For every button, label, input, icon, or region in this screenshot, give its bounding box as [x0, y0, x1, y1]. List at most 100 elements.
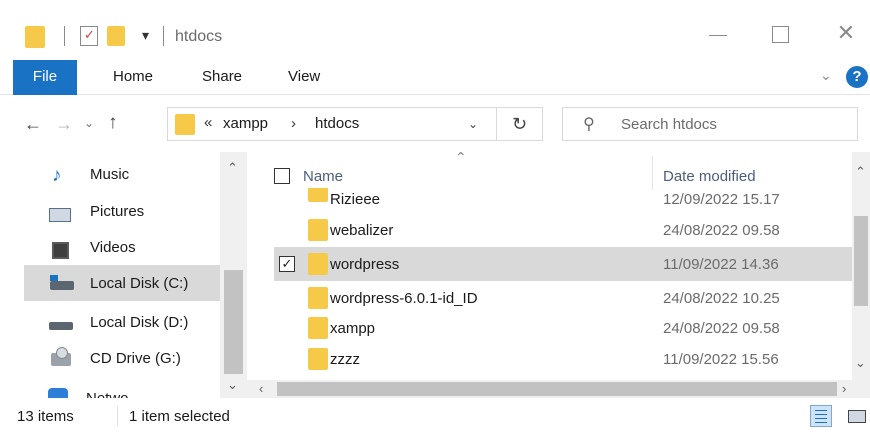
file-name: Rizieee [330, 191, 381, 208]
window-title: htdocs [175, 28, 223, 45]
quick-access-dropdown-icon[interactable]: ▾ [142, 27, 149, 44]
forward-button[interactable]: → [55, 114, 73, 135]
navigation-pane-scrollbar[interactable]: ⌃ ⌄ [220, 152, 247, 398]
file-date: 11/09/2022 14.36 [663, 256, 779, 273]
nav-item-label: Network [86, 390, 128, 398]
scroll-down-icon[interactable]: ⌄ [227, 377, 238, 393]
close-button[interactable]: ✕ [828, 22, 864, 46]
column-divider[interactable] [652, 156, 653, 190]
file-list: ⌃ Name Date modified Rizieee 12/09/2022 … [247, 152, 870, 398]
details-view-icon[interactable] [810, 405, 832, 427]
help-icon[interactable]: ? [846, 66, 868, 88]
status-bar: 13 items 1 item selected [0, 398, 870, 432]
tab-share[interactable]: Share [202, 68, 242, 85]
file-date: 11/09/2022 15.56 [663, 351, 779, 368]
file-date: 24/08/2022 10.25 [663, 290, 780, 307]
nav-item-videos[interactable]: Videos [30, 229, 230, 265]
row-checkbox[interactable]: ✓ [279, 256, 295, 272]
breadcrumb-separator-icon[interactable]: › [291, 115, 296, 132]
pictures-icon [49, 208, 71, 222]
title-bar: ▾ htdocs ✕ [0, 0, 870, 60]
properties-icon[interactable] [80, 26, 98, 46]
nav-item-label: Local Disk (C:) [90, 275, 189, 292]
tab-view[interactable]: View [288, 68, 320, 85]
table-row[interactable]: xampp 24/08/2022 09.58 [274, 311, 854, 345]
file-date: 24/08/2022 09.58 [663, 320, 780, 337]
scroll-down-icon[interactable]: ⌄ [855, 355, 866, 371]
address-bar[interactable]: « xampp › htdocs ⌄ [167, 107, 497, 141]
minimize-button[interactable] [700, 22, 736, 46]
ribbon: File Home Share View ⌄ ? [0, 60, 870, 95]
folder-icon [308, 287, 328, 309]
sort-ascending-icon: ⌃ [455, 152, 467, 165]
scroll-left-icon[interactable]: ‹ [259, 381, 263, 396]
table-row[interactable]: webalizer 24/08/2022 09.58 [274, 213, 854, 247]
recent-locations-button[interactable]: ⌄ [84, 116, 94, 130]
new-folder-icon[interactable] [107, 26, 125, 46]
nav-item-label: Pictures [90, 203, 145, 220]
nav-item-label: Videos [90, 239, 136, 256]
scroll-right-icon[interactable]: › [842, 381, 846, 396]
search-input[interactable] [621, 114, 841, 134]
refresh-button[interactable]: ↻ [497, 107, 543, 141]
breadcrumb-htdocs[interactable]: htdocs [315, 115, 359, 132]
scrollbar-thumb[interactable] [224, 270, 243, 374]
file-name: xampp [330, 320, 376, 337]
address-row: ← → ⌄ ↑ « xampp › htdocs ⌄ ↻ ⚲ [0, 96, 870, 152]
table-row[interactable]: ✓ wordpress 11/09/2022 14.36 [274, 247, 854, 281]
divider [64, 26, 65, 46]
select-all-checkbox[interactable] [274, 168, 290, 184]
file-name: webalizer [330, 222, 394, 239]
file-date: 12/09/2022 15.17 [663, 191, 780, 208]
scrollbar-thumb[interactable] [854, 216, 868, 306]
table-row[interactable]: Rizieee 12/09/2022 15.17 [274, 188, 854, 212]
nav-item-label: Local Disk (D:) [90, 314, 189, 331]
nav-item-network[interactable]: Network [48, 388, 128, 398]
file-name: wordpress [330, 256, 400, 273]
expand-ribbon-icon[interactable]: ⌄ [820, 67, 832, 84]
back-button[interactable]: ← [24, 114, 42, 135]
address-dropdown-icon[interactable]: ⌄ [468, 117, 478, 131]
tab-home[interactable]: Home [113, 68, 153, 85]
scrollbar-thumb[interactable] [277, 382, 837, 396]
nav-item-pictures[interactable]: Pictures [30, 193, 230, 229]
music-icon: ♪ [52, 165, 62, 186]
selection-count: 1 item selected [129, 408, 230, 425]
table-row[interactable]: zzzz 11/09/2022 15.56 [274, 342, 854, 376]
folder-icon [175, 114, 195, 135]
column-header-name[interactable]: Name [303, 168, 343, 185]
column-header-date-modified[interactable]: Date modified [663, 168, 756, 185]
file-list-horizontal-scrollbar[interactable]: ‹ › [247, 380, 870, 398]
file-name: wordpress-6.0.1-id_ID [330, 290, 478, 307]
nav-item-local-disk-d[interactable]: Local Disk (D:) [30, 304, 230, 340]
nav-item-music[interactable]: ♪ Music [30, 156, 230, 192]
drive-c-icon [50, 275, 74, 290]
search-icon: ⚲ [583, 116, 595, 133]
scroll-up-icon[interactable]: ⌃ [855, 164, 866, 180]
breadcrumb-xampp[interactable]: xampp [223, 115, 268, 132]
up-button[interactable]: ↑ [108, 112, 118, 134]
cd-drive-icon [51, 347, 71, 366]
folder-icon [308, 348, 328, 370]
divider [117, 406, 118, 426]
nav-item-label: CD Drive (G:) [90, 350, 181, 367]
network-icon [48, 388, 68, 398]
folder-icon [308, 317, 328, 339]
nav-item-local-disk-c[interactable]: Local Disk (C:) [24, 265, 220, 301]
breadcrumb-overflow-button[interactable]: « [204, 114, 212, 131]
file-name: zzzz [330, 351, 360, 368]
scroll-up-icon[interactable]: ⌃ [227, 160, 238, 176]
maximize-button[interactable] [762, 22, 798, 46]
table-row[interactable]: wordpress-6.0.1-id_ID 24/08/2022 10.25 [274, 281, 854, 315]
drive-d-icon [49, 322, 73, 330]
search-box[interactable]: ⚲ [562, 107, 858, 141]
tab-file[interactable]: File [13, 60, 77, 95]
file-list-vertical-scrollbar[interactable]: ⌃ ⌄ [852, 152, 870, 380]
folder-icon [308, 219, 328, 241]
file-date: 24/08/2022 09.58 [663, 222, 780, 239]
folder-icon [308, 188, 328, 202]
nav-item-cd-drive-g[interactable]: CD Drive (G:) [30, 340, 230, 376]
navigation-pane: ♪ Music Pictures Videos Local Disk (C:) … [0, 152, 247, 398]
large-icons-view-icon[interactable] [845, 405, 867, 427]
item-count: 13 items [17, 408, 74, 425]
